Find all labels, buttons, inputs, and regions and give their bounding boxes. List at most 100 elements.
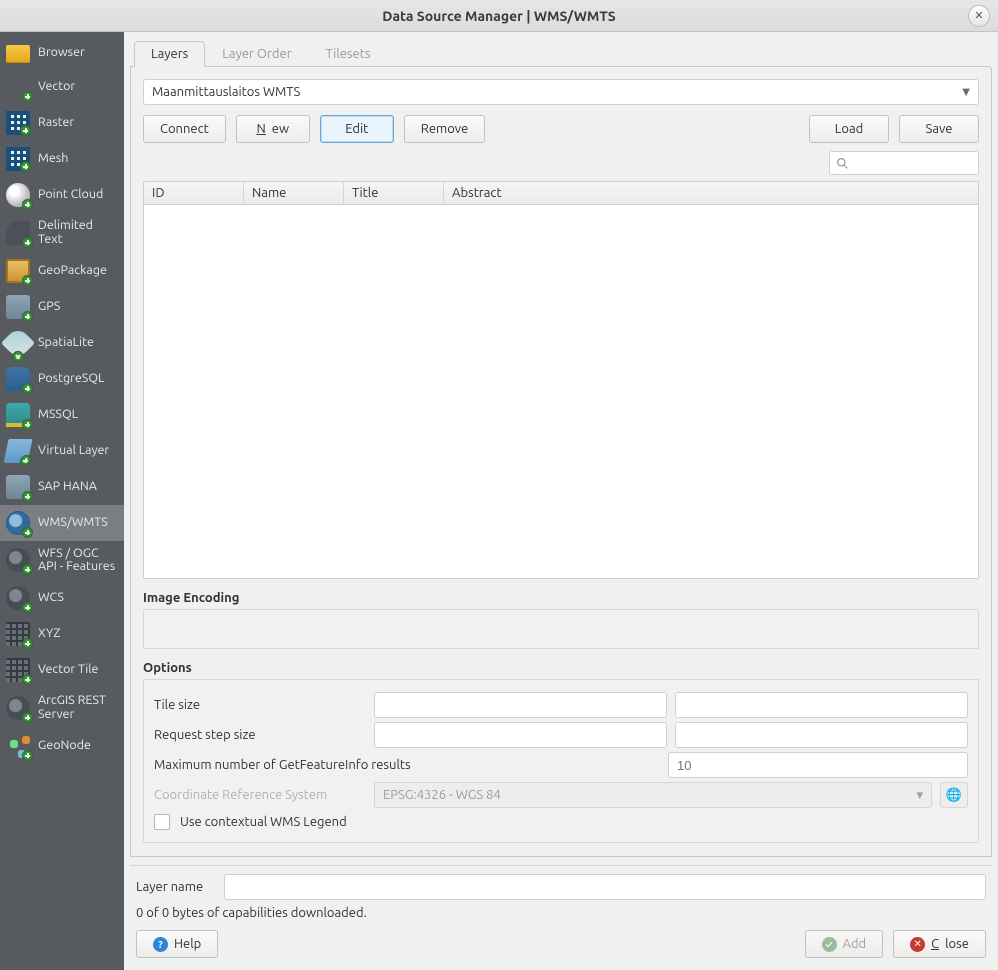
sidebar-item-label: PostgreSQL xyxy=(38,372,104,386)
sidebar-item-label: MSSQL xyxy=(38,408,78,422)
load-button[interactable]: Load xyxy=(809,115,889,143)
sidebar-item-postgresql[interactable]: PostgreSQL xyxy=(0,361,124,397)
point-cloud-icon xyxy=(6,183,30,207)
window-titlebar: Data Source Manager | WMS/WMTS ✕ xyxy=(0,0,998,32)
request-step-x-input[interactable] xyxy=(374,722,667,748)
connect-button[interactable]: Connect xyxy=(143,115,226,143)
globe-icon: 🌐 xyxy=(946,788,962,803)
col-title[interactable]: Title xyxy=(344,182,444,204)
sidebar-item-virtual-layer[interactable]: Virtual Layer xyxy=(0,433,124,469)
folder-icon xyxy=(6,45,30,63)
search-icon xyxy=(836,157,849,170)
sidebar-item-mssql[interactable]: MSSQL xyxy=(0,397,124,433)
sidebar-item-xyz[interactable]: XYZ xyxy=(0,616,124,652)
tile-size-height-input[interactable] xyxy=(675,692,968,718)
sidebar-item-browser[interactable]: Browser xyxy=(0,36,124,69)
options-frame: Tile size Request step size xyxy=(143,679,979,843)
remove-button[interactable]: Remove xyxy=(404,115,486,143)
tab-layers[interactable]: Layers xyxy=(134,41,205,67)
crs-value: EPSG:4326 - WGS 84 xyxy=(383,788,501,802)
add-badge-icon xyxy=(22,237,33,248)
source-sidebar: Browser Vector Raster Mesh Point Cloud Delimi… xyxy=(0,32,124,970)
sidebar-item-label: Vector Tile xyxy=(38,663,98,677)
wms-icon xyxy=(6,511,30,535)
chevron-down-icon: ▾ xyxy=(916,788,923,803)
add-badge-icon xyxy=(22,383,33,394)
add-badge-icon xyxy=(22,311,33,322)
layer-table[interactable]: ID Name Title Abstract xyxy=(143,181,979,579)
label-contextual-legend: Use contextual WMS Legend xyxy=(180,815,347,829)
sidebar-item-label: SAP HANA xyxy=(38,480,97,494)
add-badge-icon xyxy=(22,491,33,502)
sidebar-item-delimited-text[interactable]: Delimited Text xyxy=(0,213,124,253)
add-badge-icon xyxy=(22,674,33,685)
mssql-icon xyxy=(6,403,30,427)
sidebar-item-geonode[interactable]: GeoNode xyxy=(0,728,124,764)
add-button: ✓ Add xyxy=(805,930,884,958)
sidebar-item-point-cloud[interactable]: Point Cloud xyxy=(0,177,124,213)
window-title: Data Source Manager | WMS/WMTS xyxy=(0,8,998,24)
spatialite-icon xyxy=(1,326,35,360)
sidebar-item-arcgis-rest-server[interactable]: ArcGIS REST Server xyxy=(0,688,124,728)
close-icon: ✕ xyxy=(910,937,925,952)
sidebar-item-label: SpatiaLite xyxy=(38,336,94,350)
layer-search-input[interactable] xyxy=(829,151,979,175)
add-badge-icon xyxy=(22,527,33,538)
sidebar-item-label: Browser xyxy=(38,46,85,60)
sidebar-item-label: Mesh xyxy=(38,152,68,166)
request-step-y-input[interactable] xyxy=(675,722,968,748)
col-id[interactable]: ID xyxy=(144,182,244,204)
geopkg-icon xyxy=(6,259,30,283)
window-close-button[interactable]: ✕ xyxy=(968,5,990,27)
sidebar-item-vector[interactable]: Vector xyxy=(0,69,124,105)
vectortile-icon xyxy=(6,658,30,682)
sidebar-item-label: GeoPackage xyxy=(38,264,107,278)
col-abstract[interactable]: Abstract xyxy=(444,182,978,204)
sidebar-item-vector-tile[interactable]: Vector Tile xyxy=(0,652,124,688)
chevron-down-icon: ▼ xyxy=(962,86,970,98)
tile-size-width-input[interactable] xyxy=(374,692,667,718)
sidebar-item-sap-hana[interactable]: SAP HANA xyxy=(0,469,124,505)
contextual-legend-checkbox[interactable] xyxy=(154,814,170,830)
new-button[interactable]: New xyxy=(236,115,310,143)
close-button[interactable]: ✕ Close xyxy=(893,930,986,958)
connection-select[interactable]: Maanmittauslaitos WMTS ▼ xyxy=(143,79,979,105)
sidebar-item-label: Vector xyxy=(38,80,75,94)
sidebar-item-wms-wmts[interactable]: WMS/WMTS xyxy=(0,505,124,541)
tab-row: LayersLayer OrderTilesets xyxy=(130,38,992,66)
sidebar-item-spatialite[interactable]: SpatiaLite xyxy=(0,325,124,361)
help-button[interactable]: ? Help xyxy=(136,930,218,958)
mesh-icon xyxy=(6,147,30,171)
sidebar-item-label: ArcGIS REST Server xyxy=(38,694,118,722)
add-badge-icon xyxy=(22,419,33,430)
label-layer-name: Layer name xyxy=(136,880,216,894)
sidebar-item-wcs[interactable]: WCS xyxy=(0,580,124,616)
add-badge-icon xyxy=(19,455,32,466)
xyz-icon xyxy=(6,622,30,646)
vlayer-icon xyxy=(3,439,32,463)
sidebar-item-gps[interactable]: GPS xyxy=(0,289,124,325)
label-request-step: Request step size xyxy=(154,728,364,742)
add-badge-icon xyxy=(22,602,33,613)
hana-icon xyxy=(6,475,30,499)
add-badge-icon xyxy=(22,750,33,761)
sidebar-item-geopackage[interactable]: GeoPackage xyxy=(0,253,124,289)
sidebar-item-label: Point Cloud xyxy=(38,188,103,202)
crs-select: EPSG:4326 - WGS 84 ▾ xyxy=(374,782,932,808)
edit-button[interactable]: Edit xyxy=(320,115,394,143)
delimited-icon xyxy=(6,221,30,245)
sidebar-item-wfs-ogc-api-features[interactable]: WFS / OGC API - Features xyxy=(0,541,124,581)
tab-layer-order[interactable]: Layer Order xyxy=(205,41,308,67)
add-badge-icon xyxy=(22,564,33,575)
layer-name-input[interactable] xyxy=(224,874,986,900)
arcgis-icon xyxy=(6,696,30,720)
tab-tilesets[interactable]: Tilesets xyxy=(309,41,388,67)
save-button[interactable]: Save xyxy=(899,115,979,143)
sidebar-item-label: Virtual Layer xyxy=(38,444,109,458)
gps-icon xyxy=(6,295,30,319)
col-name[interactable]: Name xyxy=(244,182,344,204)
sidebar-item-raster[interactable]: Raster xyxy=(0,105,124,141)
sidebar-item-mesh[interactable]: Mesh xyxy=(0,141,124,177)
status-text: 0 of 0 bytes of capabilities downloaded. xyxy=(136,906,986,920)
tab-panel-layers: Maanmittauslaitos WMTS ▼ Connect New Edi… xyxy=(130,66,992,857)
